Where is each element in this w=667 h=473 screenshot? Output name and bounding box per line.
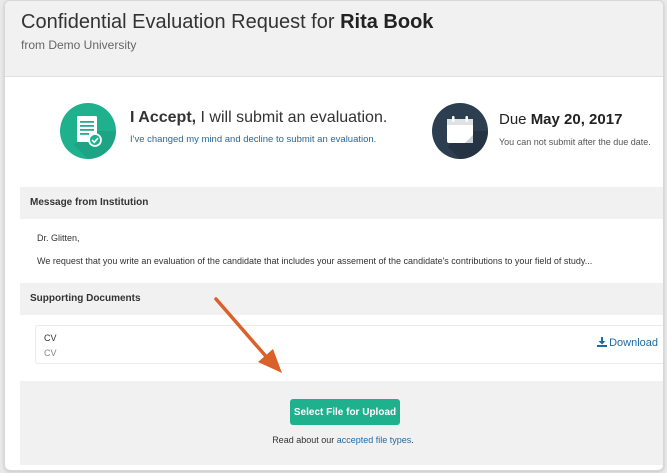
title-prefix: Confidential Evaluation Request for (21, 11, 335, 33)
accept-rest: I will submit an evaluation. (196, 109, 388, 126)
select-file-button[interactable]: Select File for Upload (290, 399, 400, 425)
candidate-name: Rita Book (340, 11, 434, 33)
document-name: CV (44, 333, 57, 343)
upload-note-suffix: . (411, 435, 414, 445)
page-title: Confidential Evaluation Request for Rita… (21, 11, 433, 34)
documents-section-header: Supporting Documents (20, 283, 663, 315)
annotation-arrow (214, 297, 282, 373)
message-body: We request that you write an evaluation … (37, 256, 593, 266)
due-heading: Due May 20, 2017 (499, 111, 622, 128)
decline-link[interactable]: I've changed my mind and decline to subm… (130, 134, 376, 145)
calendar-icon (432, 103, 488, 159)
upload-note-prefix: Read about our (272, 435, 337, 445)
document-check-icon (60, 103, 116, 159)
message-salutation: Dr. Glitten, (37, 233, 80, 243)
download-link[interactable]: Download (597, 337, 658, 349)
accepted-file-types-link[interactable]: accepted file types (337, 435, 412, 445)
document-type: CV (44, 348, 57, 358)
accept-heading: I Accept, I will submit an evaluation. (130, 109, 387, 127)
upload-note: Read about our accepted file types. (20, 435, 663, 445)
message-section-header: Message from Institution (20, 187, 663, 219)
due-note: You can not submit after the due date. (499, 137, 651, 147)
upload-area: Select File for Upload Read about our ac… (20, 381, 663, 465)
evaluation-request-page: Confidential Evaluation Request for Rita… (4, 0, 664, 471)
due-date: May 20, 2017 (530, 111, 623, 128)
page-header: Confidential Evaluation Request for Rita… (5, 1, 663, 77)
download-icon (597, 337, 608, 347)
document-item: CV CV Download (35, 325, 663, 364)
due-prefix: Due (499, 111, 531, 128)
download-label: Download (609, 337, 658, 349)
page-subtitle: from Demo University (21, 38, 137, 52)
accept-status: I Accept, I will submit an evaluation. I… (60, 103, 390, 159)
accept-bold: I Accept, (130, 109, 197, 126)
due-status: Due May 20, 2017 You can not submit afte… (432, 103, 662, 159)
